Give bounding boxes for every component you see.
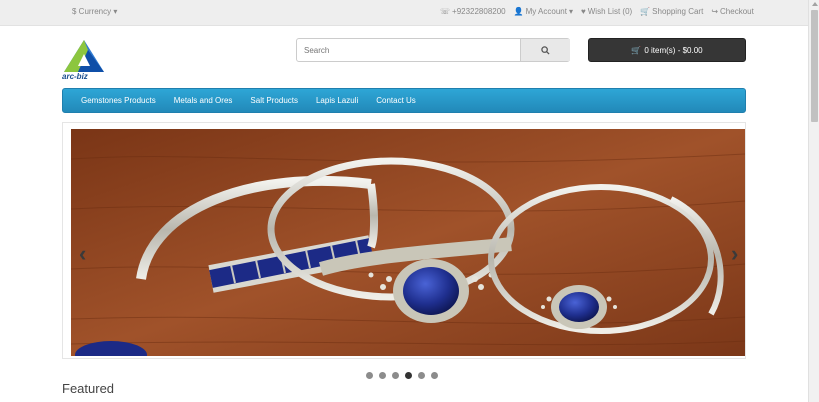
cart-button[interactable]: 🛒 0 item(s) - $0.00: [588, 38, 746, 62]
checkout-link[interactable]: ↪ Checkout: [711, 7, 754, 16]
currency-dropdown[interactable]: $ Currency ▾: [72, 7, 117, 16]
slideshow: ‹ ›: [62, 122, 746, 359]
vertical-scrollbar[interactable]: [808, 0, 819, 402]
currency-label: $ Currency: [72, 7, 112, 16]
cart-label: 0 item(s) - $0.00: [644, 45, 703, 55]
scroll-up-arrow-icon[interactable]: [812, 2, 818, 6]
search-box: [296, 38, 570, 62]
nav-item-gemstones[interactable]: Gemstones Products: [81, 96, 156, 105]
nav-item-salt[interactable]: Salt Products: [250, 96, 298, 105]
page: $ Currency ▾ ☏ +92322808200 👤 My Account…: [0, 0, 819, 402]
slideshow-dot[interactable]: [418, 372, 425, 379]
slideshow-next-arrow-icon[interactable]: ›: [731, 241, 738, 267]
nav-item-metals[interactable]: Metals and Ores: [174, 96, 233, 105]
search-input[interactable]: [297, 39, 521, 61]
slideshow-prev-arrow-icon[interactable]: ‹: [79, 241, 86, 267]
wish-list-label: Wish List (0): [587, 7, 633, 16]
phone-link[interactable]: ☏ +92322808200: [440, 7, 506, 16]
phone-icon: ☏: [440, 7, 451, 16]
my-account-label: My Account: [525, 7, 567, 16]
search-icon: [541, 45, 550, 55]
slide-image-lapis-bracelets: ‹ ›: [71, 129, 745, 356]
slideshow-dot[interactable]: [392, 372, 399, 379]
main-nav: Gemstones Products Metals and Ores Salt …: [62, 88, 746, 113]
cart-icon: 🛒: [640, 7, 651, 16]
slideshow-dot[interactable]: [431, 372, 438, 379]
user-icon: 👤: [513, 7, 524, 16]
scrollbar-thumb[interactable]: [811, 10, 818, 122]
cart-icon: 🛒: [631, 45, 642, 55]
share-icon: ↪: [711, 7, 719, 16]
search-button[interactable]: [520, 39, 570, 61]
checkout-label: Checkout: [720, 7, 754, 16]
my-account-link[interactable]: 👤 My Account ▾: [514, 7, 573, 16]
bracelet-photo: [71, 129, 745, 356]
nav-item-contact[interactable]: Contact Us: [376, 96, 416, 105]
slideshow-dot[interactable]: [379, 372, 386, 379]
top-bar: $ Currency ▾ ☏ +92322808200 👤 My Account…: [0, 0, 808, 26]
heart-icon: ♥: [580, 7, 586, 16]
top-menu: ☏ +92322808200 👤 My Account ▾ ♥ Wish Lis…: [440, 7, 754, 16]
shopping-cart-label: Shopping Cart: [652, 7, 704, 16]
slideshow-dot[interactable]: [366, 372, 373, 379]
caret-down-icon: ▾: [568, 7, 573, 16]
nav-item-lapis[interactable]: Lapis Lazuli: [316, 96, 358, 105]
phone-number: +92322808200: [452, 7, 506, 16]
wish-list-link[interactable]: ♥ Wish List (0): [581, 7, 632, 16]
slideshow-dot-active[interactable]: [405, 372, 412, 379]
featured-heading: Featured: [62, 381, 115, 396]
logo-triangle-icon: [64, 40, 104, 72]
logo-text: arc-biz: [62, 72, 88, 81]
slideshow-pagination: [366, 372, 438, 379]
shopping-cart-link[interactable]: 🛒 Shopping Cart: [640, 7, 703, 16]
caret-down-icon: ▾: [113, 7, 118, 16]
